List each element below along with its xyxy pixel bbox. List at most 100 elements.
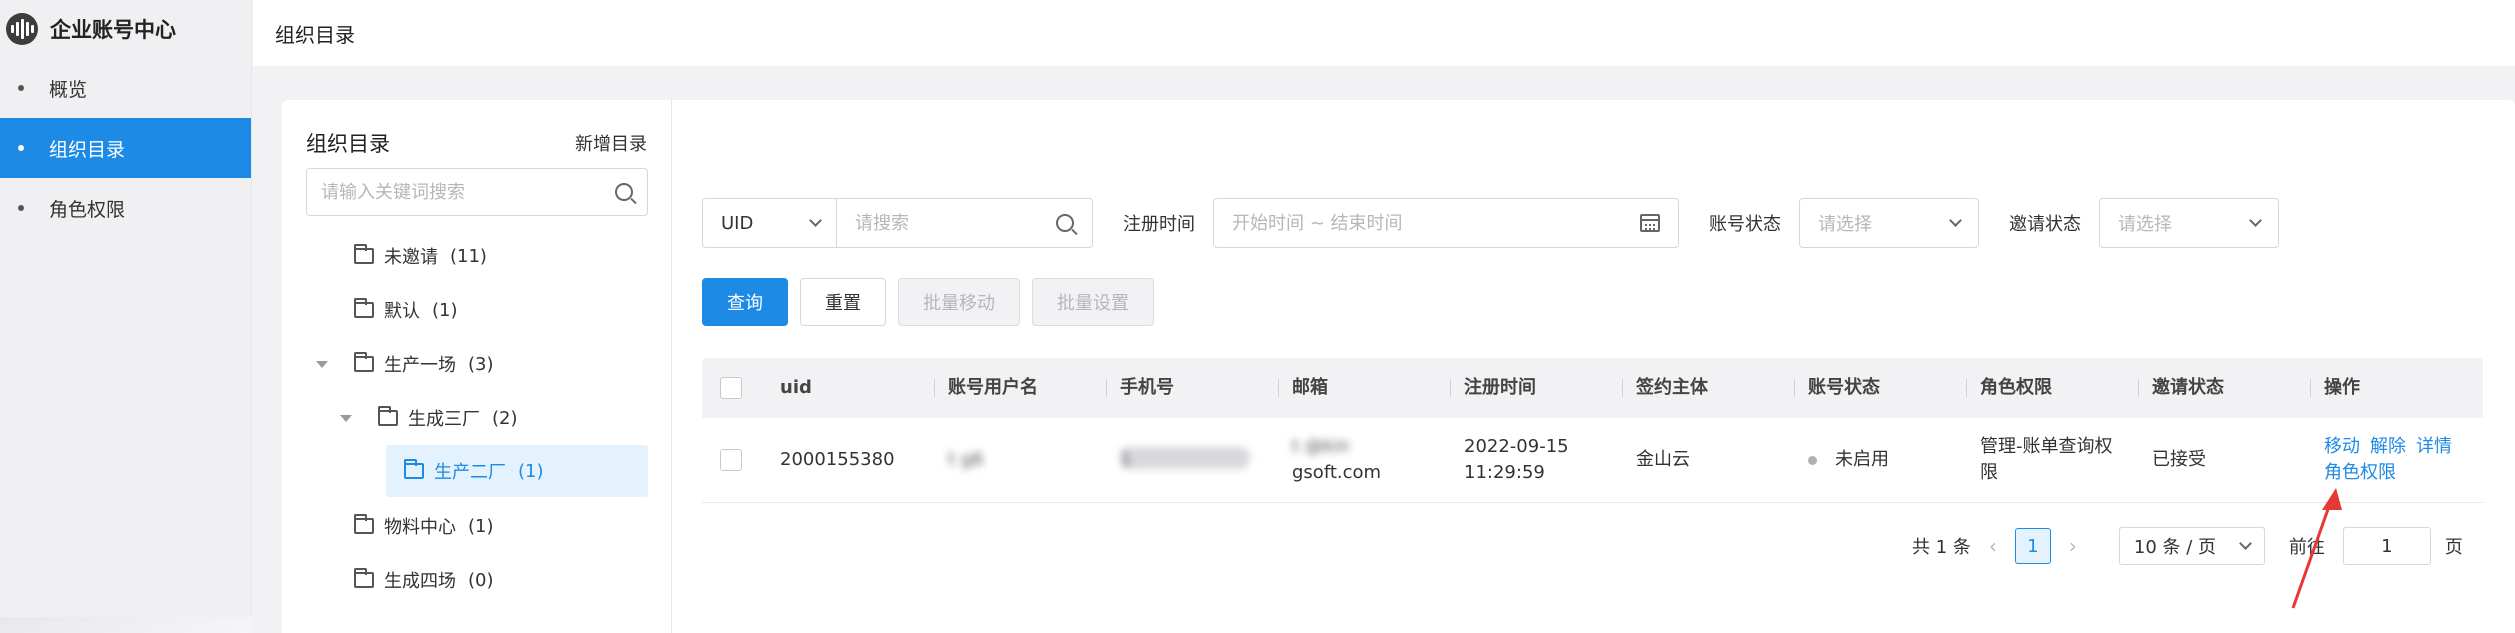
tree-node-label: 未邀请 [384,247,438,268]
main-panel: 组织目录 新增目录 未邀请 (11) 默认 (1) 生产一场 (3) 生成三厂 [282,100,2515,633]
sidebar-item-label: 角色权限 [49,198,126,221]
role-line2: 限 [1980,462,1998,483]
move-link[interactable]: 移动 [2324,436,2360,457]
expand-caret-icon[interactable] [340,414,352,422]
goto-page-input[interactable] [2342,527,2431,565]
tree-node-production-3[interactable]: 生成三厂 (2) [340,392,518,444]
user-table: uid 账号用户名 手机号 邮箱 注册时间 签约主体 账号状态 角色权限 邀请状… [702,358,2483,503]
page-number-button[interactable]: 1 [2014,528,2051,564]
select-all-checkbox[interactable] [720,377,742,399]
sidebar-item-org-directory[interactable]: 组织目录 [0,118,251,178]
date-range-input[interactable] [1232,212,1612,234]
tree-node-count: (1) [518,460,544,482]
column-header: uid [780,377,812,398]
reg-time-cell: 2022-09-15 11:29:59 [1450,434,1622,486]
details-link[interactable]: 详情 [2416,436,2452,457]
tree-node-production-4[interactable]: 生成四场 (0) [354,554,494,606]
prev-page-button[interactable]: ‹ [1989,534,1997,558]
tree-node-count: (3) [468,353,494,375]
expand-caret-icon[interactable] [316,360,328,368]
tree-node-count: (1) [468,515,494,537]
operations-cell: 移动 解除 详情 角色权限 [2310,434,2463,486]
column-header: 注册时间 [1450,375,1622,401]
column-header: 邀请状态 [2138,375,2310,401]
reset-button[interactable]: 重置 [800,278,886,326]
column-header: 签约主体 [1622,375,1794,401]
tree-node-count: (1) [432,299,458,321]
query-button[interactable]: 查询 [702,278,788,326]
folder-icon [404,459,424,479]
folder-icon [354,244,374,264]
role-cell: 管理-账单查询权 限 [1966,434,2138,486]
folder-icon [354,352,374,372]
tree-node-label: 默认 [384,301,420,322]
calendar-icon[interactable] [1640,214,1660,232]
tree-node-production-1[interactable]: 生产一场 (3) [316,338,494,390]
sign-entity-cell: 金山云 [1636,449,1690,470]
role-line1: 管理-账单查询权 [1980,436,2113,457]
uid-search-box [837,198,1093,248]
column-header: 手机号 [1106,375,1278,401]
email-line1: t @kin [1292,436,1350,457]
total-count: 共 1 条 [1912,537,1971,558]
sidebar-item-overview[interactable]: 概览 [0,58,251,118]
page-size-select[interactable]: 10 条 / 页 [2118,527,2265,565]
sidebar-item-label: 概览 [49,78,88,101]
phone-value: 1 [1120,447,1250,470]
tree-node-label: 生产二厂 [434,462,506,483]
invite-status-placeholder: 请选择 [2118,214,2172,235]
tree-node-label: 物料中心 [384,517,456,538]
unbind-link[interactable]: 解除 [2370,436,2406,457]
uid-cell: 2000155380 [780,449,895,470]
folder-icon [354,568,374,588]
field-select[interactable]: UID [702,198,837,248]
search-icon[interactable] [615,183,633,201]
reg-date: 2022-09-15 [1464,436,1569,457]
invite-status-select[interactable]: 请选择 [2099,198,2279,248]
invite-status-cell: 已接受 [2152,449,2206,470]
tree-title: 组织目录 [306,132,390,156]
email-line2: gsoft.com [1292,462,1382,483]
bullet-icon [18,145,24,151]
tree-node-production-2[interactable]: 生产二厂 (1) [386,445,648,497]
sidebar-item-role-permissions[interactable]: 角色权限 [0,178,251,238]
row-select-cell [702,449,762,471]
tree-node-count: (2) [492,407,518,429]
invite-status-label: 邀请状态 [2009,214,2081,235]
tree-search-box [306,168,648,216]
search-icon[interactable] [1056,214,1074,232]
tree-header: 组织目录 新增目录 [306,128,647,158]
column-header: 邮箱 [1278,375,1450,401]
table-header: uid 账号用户名 手机号 邮箱 注册时间 签约主体 账号状态 角色权限 邀请状… [702,358,2483,418]
column-header: 账号状态 [1794,375,1966,401]
tree-node-default[interactable]: 默认 (1) [354,284,458,336]
tree-search-input[interactable] [321,181,601,203]
select-all-cell [702,377,762,399]
pagination: 共 1 条 ‹ 1 › 10 条 / 页 前往 页 [1912,526,2463,566]
column-header: 操作 [2310,375,2463,401]
next-page-button[interactable]: › [2069,534,2077,558]
status-text: 未启用 [1835,449,1889,470]
batch-set-button[interactable]: 批量设置 [1032,278,1154,326]
tree-node-label: 生成三厂 [408,409,480,430]
chevron-down-icon [2249,214,2262,227]
column-header: 账号用户名 [934,375,1106,401]
uid-search-input[interactable] [855,212,1035,234]
batch-move-button[interactable]: 批量移动 [898,278,1020,326]
org-tree-panel: 组织目录 新增目录 未邀请 (11) 默认 (1) 生产一场 (3) 生成三厂 [282,100,672,633]
field-select-value: UID [721,212,754,234]
phone-cell: 1 [1106,447,1278,473]
account-status-placeholder: 请选择 [1818,214,1872,235]
add-directory-button[interactable]: 新增目录 [575,130,647,156]
account-status-select[interactable]: 请选择 [1799,198,1979,248]
account-status-label: 账号状态 [1709,214,1781,235]
email-cell: t @kin gsoft.com [1278,434,1450,486]
folder-icon [378,406,398,426]
tree-node-uninvited[interactable]: 未邀请 (11) [354,230,487,282]
tree-node-materials[interactable]: 物料中心 (1) [354,500,494,552]
chevron-down-icon [1949,214,1962,227]
filter-bar: UID 注册时间 账号状态 请选择 邀请状态 请选择 [702,198,2279,248]
tree-node-label: 生成四场 [384,571,456,592]
row-checkbox[interactable] [720,449,742,471]
tree-node-label: 生产一场 [384,355,456,376]
